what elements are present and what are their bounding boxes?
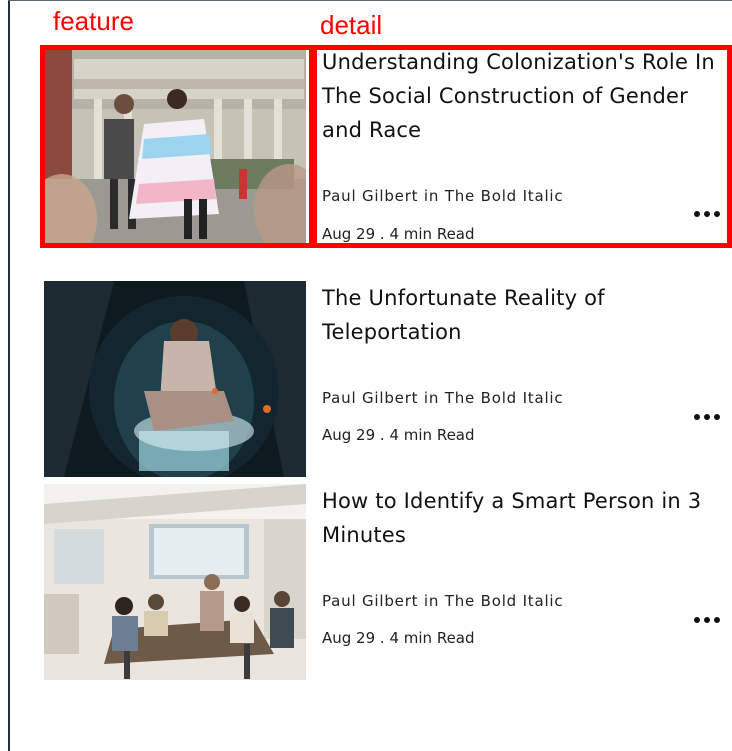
article-image: [44, 484, 306, 680]
detail-highlight-box: [309, 45, 732, 248]
frame-border: [8, 0, 10, 751]
more-options-icon[interactable]: [694, 412, 720, 422]
article-date: Aug 29 . 4 min Read: [322, 629, 475, 647]
article-date: Aug 29 . 4 min Read: [322, 426, 475, 444]
detail-annotation-label: detail: [320, 10, 383, 40]
more-options-icon[interactable]: [694, 615, 720, 625]
feature-annotation-label: feature: [53, 6, 134, 36]
article-title[interactable]: The Unfortunate Reality of Teleportation: [322, 281, 722, 349]
article-thumbnail[interactable]: [44, 281, 306, 477]
article-image: [44, 281, 306, 477]
article-title[interactable]: How to Identify a Smart Person in 3 Minu…: [322, 484, 722, 552]
frame-border: [8, 0, 732, 1]
feature-highlight-box: [40, 45, 317, 248]
article-author[interactable]: Paul Gilbert in The Bold Italic: [322, 389, 563, 407]
article-thumbnail[interactable]: [44, 484, 306, 680]
article-author[interactable]: Paul Gilbert in The Bold Italic: [322, 592, 563, 610]
